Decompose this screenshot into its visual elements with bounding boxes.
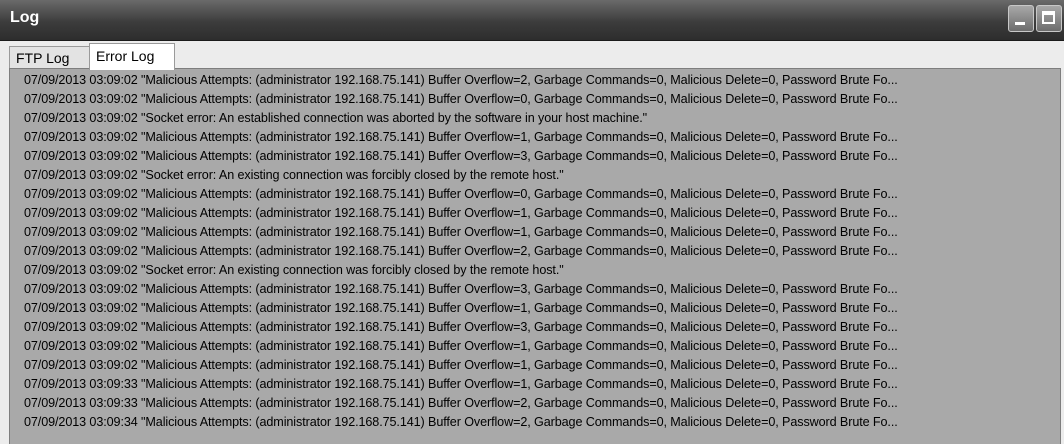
maximize-icon (1042, 11, 1055, 24)
log-window: Log FTP Log Error Log 07/09/2013 03:09:0… (0, 0, 1064, 444)
title-bar[interactable]: Log (0, 0, 1064, 41)
tab-error-log[interactable]: Error Log (89, 43, 175, 70)
log-entry[interactable]: 07/09/2013 03:09:02 "Malicious Attempts:… (24, 280, 1060, 298)
log-entry[interactable]: 07/09/2013 03:09:02 "Malicious Attempts:… (24, 299, 1060, 317)
log-entry[interactable]: 07/09/2013 03:09:02 "Socket error: An ex… (24, 261, 1060, 279)
log-entry[interactable]: 07/09/2013 03:09:02 "Malicious Attempts:… (24, 185, 1060, 203)
log-entry[interactable]: 07/09/2013 03:09:02 "Malicious Attempts:… (24, 223, 1060, 241)
log-entry[interactable]: 07/09/2013 03:09:02 "Malicious Attempts:… (24, 90, 1060, 108)
minimize-icon (1015, 22, 1025, 25)
tab-ftp-log[interactable]: FTP Log (9, 46, 90, 69)
log-entry[interactable]: 07/09/2013 03:09:02 "Malicious Attempts:… (24, 356, 1060, 374)
log-entry[interactable]: 07/09/2013 03:09:02 "Malicious Attempts:… (24, 318, 1060, 336)
log-entry[interactable]: 07/09/2013 03:09:02 "Malicious Attempts:… (24, 337, 1060, 355)
log-entry[interactable]: 07/09/2013 03:09:02 "Socket error: An es… (24, 109, 1060, 127)
log-entry[interactable]: 07/09/2013 03:09:02 "Malicious Attempts:… (24, 71, 1060, 89)
log-entry[interactable]: 07/09/2013 03:09:02 "Socket error: An ex… (24, 166, 1060, 184)
log-entry[interactable]: 07/09/2013 03:09:02 "Malicious Attempts:… (24, 147, 1060, 165)
log-entry[interactable]: 07/09/2013 03:09:02 "Malicious Attempts:… (24, 204, 1060, 222)
window-title: Log (10, 9, 40, 26)
log-entry[interactable]: 07/09/2013 03:09:02 "Malicious Attempts:… (24, 128, 1060, 146)
error-log-list[interactable]: 07/09/2013 03:09:02 "Malicious Attempts:… (9, 68, 1061, 444)
log-entry[interactable]: 07/09/2013 03:09:34 "Malicious Attempts:… (24, 413, 1060, 431)
tab-strip: FTP Log Error Log (0, 41, 1064, 70)
log-entry[interactable]: 07/09/2013 03:09:33 "Malicious Attempts:… (24, 375, 1060, 393)
log-entry[interactable]: 07/09/2013 03:09:02 "Malicious Attempts:… (24, 242, 1060, 260)
minimize-button[interactable] (1008, 5, 1034, 32)
log-entry[interactable]: 07/09/2013 03:09:33 "Malicious Attempts:… (24, 394, 1060, 412)
maximize-button[interactable] (1036, 5, 1062, 32)
